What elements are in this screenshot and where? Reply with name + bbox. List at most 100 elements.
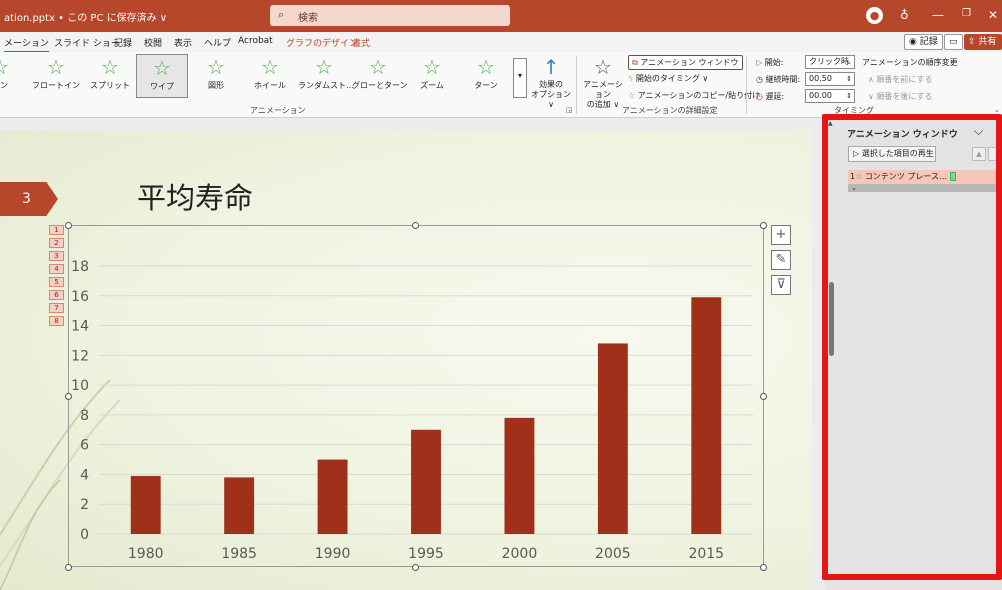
share-button[interactable]: ⇪ 共有 xyxy=(964,34,1002,50)
scroll-up-icon[interactable]: ▲ xyxy=(828,120,833,127)
play-selected-label: 選択した項目の再生 xyxy=(861,149,934,158)
chart-container[interactable]: 0 2 4 6 8 10 12 14 16 18 1980 1985 1990 1995 2000 2005 2… xyxy=(68,225,764,567)
move-later-button[interactable]: ∨ 順番を後にする xyxy=(868,91,932,102)
animation-sequence-tag[interactable]: 1 xyxy=(49,225,64,235)
star-icon: ☆ xyxy=(423,55,441,79)
search-box[interactable]: ⌕ 検索 xyxy=(270,5,510,26)
document-title[interactable]: ation.pptx • この PC に保存済み ∨ xyxy=(4,9,167,24)
restore-icon[interactable]: ❐ xyxy=(962,8,971,19)
animation-label: スプリット xyxy=(90,81,130,90)
minimize-icon[interactable]: — xyxy=(932,8,944,22)
move-up-icon[interactable]: ▲ xyxy=(972,147,986,161)
scrollbar-thumb[interactable] xyxy=(829,282,834,356)
star-icon: ☆ xyxy=(101,55,119,79)
resize-handle[interactable] xyxy=(65,222,72,229)
comments-button[interactable]: ▭ xyxy=(944,34,963,50)
animation-shape[interactable]: ☆ 図形 xyxy=(190,54,242,98)
animation-fade-in[interactable]: ☆イン xyxy=(0,54,26,98)
animation-random-bars[interactable]: ☆ ランダムスト… xyxy=(298,54,354,98)
search-placeholder: 検索 xyxy=(298,13,318,24)
delay-value: 00.00 xyxy=(809,91,832,100)
play-selected-button[interactable]: ▷ 選択した項目の再生 xyxy=(848,146,936,162)
lightbulb-icon[interactable]: ♁ xyxy=(900,8,909,22)
tab-animations[interactable]: メーション xyxy=(4,36,49,53)
animation-turn[interactable]: ☆ ターン xyxy=(460,54,512,98)
chart-elements-icon[interactable]: + xyxy=(771,225,791,245)
trigger-button[interactable]: ϟ 開始のタイミング ∨ xyxy=(628,73,708,84)
animation-zoom[interactable]: ☆ ズーム xyxy=(406,54,458,98)
slide-title[interactable]: 平均寿命 xyxy=(137,175,253,217)
slide[interactable]: 3 平均寿命 1 2 3 4 5 6 7 8 0 2 4 6 8 10 12 14 16 18 19… xyxy=(0,130,812,590)
animation-painter-label: アニメーションのコピー/貼り付け xyxy=(637,91,761,100)
clock-icon: ◷ xyxy=(756,75,763,84)
animation-grow-turn[interactable]: ☆ グローとターン xyxy=(352,54,408,98)
resize-handle[interactable] xyxy=(412,564,419,571)
resize-handle[interactable] xyxy=(412,222,419,229)
y-tick-label: 2 xyxy=(80,497,89,513)
animation-list-item[interactable]: 1☆ コンテンツ プレース… xyxy=(848,170,1002,184)
animation-label: ターン xyxy=(474,81,498,90)
tab-record[interactable]: 記録 xyxy=(114,36,132,49)
animation-sequence-tag[interactable]: 4 xyxy=(49,264,64,274)
resize-handle[interactable] xyxy=(760,564,767,571)
resize-handle[interactable] xyxy=(65,393,72,400)
add-animation-button[interactable]: ☆ アニメーション の追加 ∨ xyxy=(580,54,626,110)
vertical-scrollbar[interactable]: ▲ xyxy=(825,118,837,590)
resize-handle[interactable] xyxy=(65,564,72,571)
comment-icon: ▭ xyxy=(949,37,958,47)
tab-format[interactable]: 書式 xyxy=(352,36,370,49)
animation-pane-icon: ⧉ xyxy=(632,58,638,67)
animation-sequence-tag[interactable]: 8 xyxy=(49,316,64,326)
tab-slideshow[interactable]: スライド ショー xyxy=(54,36,120,49)
animation-sequence-tag[interactable]: 7 xyxy=(49,303,64,313)
tab-acrobat[interactable]: Acrobat xyxy=(238,36,273,46)
x-tick-label: 1995 xyxy=(408,546,444,562)
animation-pane: アニメーション ウィンドウ ⌵ ▷ 選択した項目の再生 ▲ 1☆ コンテンツ プ… xyxy=(838,118,1002,590)
animation-sequence-tag[interactable]: 5 xyxy=(49,277,64,287)
tab-help[interactable]: ヘルプ xyxy=(204,36,231,49)
delay-input[interactable]: 00.00 ⇕ xyxy=(805,89,855,103)
account-icon[interactable]: ● xyxy=(866,7,883,24)
chart-styles-icon[interactable]: ✎ xyxy=(771,250,791,270)
tab-chart-design[interactable]: グラフのデザイン xyxy=(286,36,358,49)
gallery-more-button[interactable]: ▾ xyxy=(513,58,527,98)
play-icon: ▷ xyxy=(853,149,860,158)
animation-float-in[interactable]: ☆ フロートイン xyxy=(30,54,82,98)
animation-wipe[interactable]: ☆ ワイプ xyxy=(136,54,188,98)
title-bar: ation.pptx • この PC に保存済み ∨ ⌕ 検索 ● ♁ — ❐ … xyxy=(0,0,1002,32)
animation-sequence-tag[interactable]: 6 xyxy=(49,290,64,300)
pane-options-icon[interactable]: ⌵ xyxy=(974,124,983,139)
bar xyxy=(597,343,628,534)
animation-sequence-tag[interactable]: 2 xyxy=(49,238,64,248)
animation-split[interactable]: ☆ スプリット xyxy=(84,54,136,98)
animation-wheel[interactable]: ☆ ホイール xyxy=(244,54,296,98)
start-select[interactable]: クリック時 ⌄ xyxy=(805,55,855,69)
duration-input[interactable]: 00.50 ⇕ xyxy=(805,72,855,86)
chart-filters-icon[interactable]: ⊽ xyxy=(771,275,791,295)
spinner-icon[interactable]: ⇕ xyxy=(846,90,852,102)
resize-handle[interactable] xyxy=(760,393,767,400)
move-earlier-button[interactable]: ∧ 順番を前にする xyxy=(868,74,932,85)
y-tick-label: 12 xyxy=(71,348,89,364)
x-tick-label: 1985 xyxy=(221,546,257,562)
effect-options-button[interactable]: ↑ 効果の オプション ∨ xyxy=(530,54,572,110)
animation-pane-button[interactable]: ⧉ アニメーション ウィンドウ xyxy=(628,55,743,70)
bar xyxy=(504,417,535,534)
tab-review[interactable]: 校閲 xyxy=(144,36,162,49)
animation-label: ズーム xyxy=(420,81,444,90)
expand-contents-button[interactable]: ⌄ xyxy=(848,184,1002,192)
collapse-ribbon-icon[interactable]: ⌄ xyxy=(994,106,1000,114)
entrance-star-icon: ☆ xyxy=(855,172,863,181)
resize-handle[interactable] xyxy=(760,222,767,229)
duration-label: ◷ 継続時間: xyxy=(756,74,800,85)
animation-painter-button[interactable]: ☆ アニメーションのコピー/貼り付け xyxy=(628,90,760,101)
x-tick-label: 1980 xyxy=(128,546,164,562)
star-icon: ☆ xyxy=(261,55,279,79)
move-down-icon[interactable] xyxy=(988,147,1002,161)
record-button[interactable]: ◉ 記録 xyxy=(904,34,943,50)
tab-view[interactable]: 表示 xyxy=(174,36,192,49)
close-icon[interactable]: ✕ xyxy=(988,8,998,22)
animation-pane-button-label: アニメーション ウィンドウ xyxy=(640,58,739,67)
animation-sequence-tag[interactable]: 3 xyxy=(49,251,64,261)
spinner-icon[interactable]: ⇕ xyxy=(846,73,852,85)
